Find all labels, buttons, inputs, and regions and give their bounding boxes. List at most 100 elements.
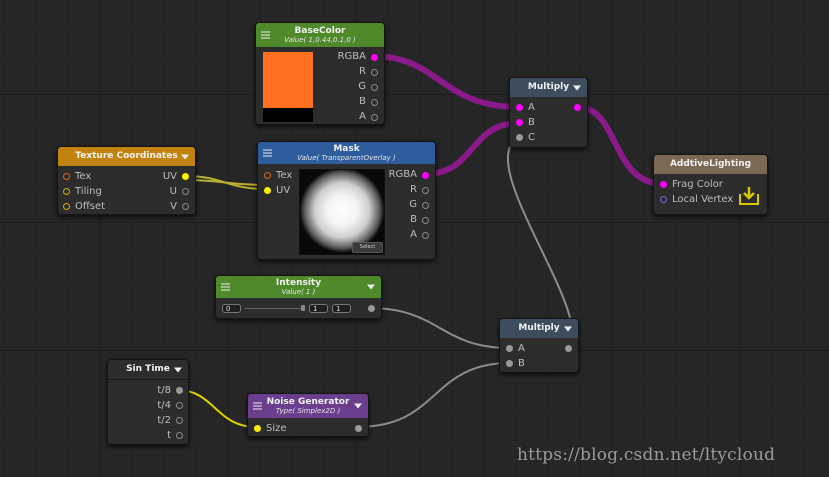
node-sin-time[interactable]: Sin Time t/8 t/4 t/2 t — [107, 359, 189, 445]
output-label-a: A — [359, 111, 366, 122]
output-port-g[interactable] — [422, 202, 429, 209]
slider-handle[interactable] — [301, 305, 305, 311]
input-label-b: B — [528, 117, 535, 128]
wire-multiply-to-fragcolor[interactable] — [574, 104, 667, 187]
node-subtitle: Value( TransparentOverlay ) — [297, 154, 396, 163]
output-label-v: V — [170, 201, 177, 212]
node-multiply-top[interactable]: Multiply A B C — [509, 77, 588, 148]
node-noise-generator[interactable]: Noise Generator Type( Simplex2D ) Size — [247, 393, 369, 437]
node-header[interactable]: BaseColor Value( 1,0.44,0.1,0 ) — [256, 23, 384, 47]
output-port-r[interactable] — [371, 69, 378, 76]
node-intensity[interactable]: Intensity Value( 1 ) 0 1 1 — [215, 275, 382, 319]
input-port-offset[interactable] — [63, 203, 70, 210]
slider-min-field[interactable]: 0 — [222, 304, 241, 313]
input-port-b[interactable] — [506, 360, 513, 367]
wire-basecolor-to-multiply-a[interactable] — [369, 53, 522, 110]
node-header[interactable]: Sin Time — [108, 360, 188, 380]
wire-mask-to-multiply-b[interactable] — [422, 120, 522, 177]
menu-icon[interactable] — [253, 401, 262, 412]
input-label-uv: UV — [276, 185, 291, 196]
output-port-t4[interactable] — [176, 402, 183, 409]
output-port[interactable] — [355, 425, 362, 432]
node-header[interactable]: Multiply — [510, 78, 587, 97]
output-port-a[interactable] — [371, 114, 378, 121]
input-port-tex[interactable] — [264, 172, 271, 179]
dropdown-arrow-icon[interactable] — [174, 367, 182, 372]
select-button[interactable]: Select — [352, 242, 383, 253]
menu-icon[interactable] — [263, 148, 272, 159]
input-port-frag-color[interactable] — [660, 181, 667, 188]
value-field[interactable]: 1 — [332, 304, 351, 313]
output-port[interactable] — [565, 345, 572, 352]
node-header[interactable]: Mask Value( TransparentOverlay ) — [258, 142, 435, 164]
node-multiply-bottom[interactable]: Multiply A B — [499, 318, 579, 373]
output-port-g[interactable] — [371, 84, 378, 91]
dropdown-arrow-icon[interactable] — [573, 85, 581, 90]
output-label-b: B — [359, 96, 366, 107]
output-port[interactable] — [368, 305, 375, 312]
value-slider[interactable] — [245, 308, 303, 309]
dropdown-arrow-icon[interactable] — [367, 284, 375, 290]
output-port-rgba[interactable] — [422, 172, 429, 179]
wire-sintime-to-noise-size[interactable] — [176, 389, 258, 428]
watermark-url: https://blog.csdn.net/ltycloud — [517, 445, 776, 465]
output-label-uv: UV — [162, 171, 177, 182]
color-swatch[interactable] — [263, 52, 313, 122]
wire-multiply-bottom-to-multiply-c[interactable] — [506, 137, 574, 349]
node-texture-coordinates[interactable]: Texture Coordinates Tex Tiling Offset UV… — [57, 146, 196, 215]
node-title: AddtiveLighting — [669, 159, 752, 170]
node-header[interactable]: AddtiveLighting — [654, 155, 767, 174]
output-port-r[interactable] — [422, 187, 429, 194]
texture-preview[interactable]: Select — [299, 169, 385, 255]
node-subtitle: Type( Simplex2D ) — [275, 407, 341, 416]
input-port-b[interactable] — [516, 119, 523, 126]
input-port-uv[interactable] — [264, 187, 271, 194]
input-port-size[interactable] — [254, 425, 261, 432]
output-label-a: A — [410, 229, 417, 240]
input-label-a: A — [528, 102, 535, 113]
output-port-uv[interactable] — [182, 173, 189, 180]
output-port-t[interactable] — [176, 432, 183, 439]
node-additive-lighting[interactable]: AddtiveLighting Frag Color Local Vertex — [653, 154, 768, 215]
slider-max-field[interactable]: 1 — [309, 304, 328, 313]
node-header[interactable]: Texture Coordinates — [58, 147, 195, 166]
menu-icon[interactable] — [261, 30, 270, 41]
input-port-local-vertex[interactable] — [660, 196, 667, 203]
output-port-b[interactable] — [371, 99, 378, 106]
input-port-tex[interactable] — [63, 173, 70, 180]
output-port-t2[interactable] — [176, 417, 183, 424]
node-subtitle: Value( 1 ) — [281, 288, 316, 297]
input-port-a[interactable] — [506, 345, 513, 352]
menu-icon[interactable] — [221, 282, 230, 293]
node-basecolor[interactable]: BaseColor Value( 1,0.44,0.1,0 ) RGBA R G… — [255, 22, 385, 125]
node-header[interactable]: Multiply — [500, 319, 578, 338]
output-port[interactable] — [574, 104, 581, 111]
input-label-c: C — [528, 132, 535, 143]
output-port-rgba[interactable] — [371, 54, 378, 61]
dropdown-arrow-icon[interactable] — [181, 154, 189, 159]
output-label-u: U — [169, 186, 177, 197]
output-label-g: G — [358, 81, 366, 92]
input-label-tex: Tex — [276, 170, 293, 181]
dropdown-arrow-icon[interactable] — [564, 326, 572, 331]
input-label-b: B — [518, 358, 525, 369]
wire-texcoord-uv-to-mask-uv[interactable] — [183, 175, 268, 190]
output-port-t8[interactable] — [176, 387, 183, 394]
output-port-b[interactable] — [422, 217, 429, 224]
dropdown-arrow-icon[interactable] — [354, 403, 362, 409]
input-port-a[interactable] — [516, 104, 523, 111]
node-mask[interactable]: Mask Value( TransparentOverlay ) Tex UV … — [257, 141, 436, 260]
output-port-u[interactable] — [182, 188, 189, 195]
node-header[interactable]: Noise Generator Type( Simplex2D ) — [248, 394, 368, 418]
output-port-v[interactable] — [182, 203, 189, 210]
node-header[interactable]: Intensity Value( 1 ) — [216, 276, 381, 298]
output-label-g: G — [409, 199, 417, 210]
wire-intensity-to-multiply-a[interactable] — [368, 307, 511, 349]
wire-noise-to-multiply-b[interactable] — [356, 362, 511, 428]
output-label-r: R — [410, 184, 417, 195]
output-label-rgba: RGBA — [337, 51, 366, 62]
input-port-c[interactable] — [516, 134, 523, 141]
output-port-a[interactable] — [422, 232, 429, 239]
input-port-tiling[interactable] — [63, 188, 70, 195]
node-title: BaseColor — [294, 25, 346, 36]
